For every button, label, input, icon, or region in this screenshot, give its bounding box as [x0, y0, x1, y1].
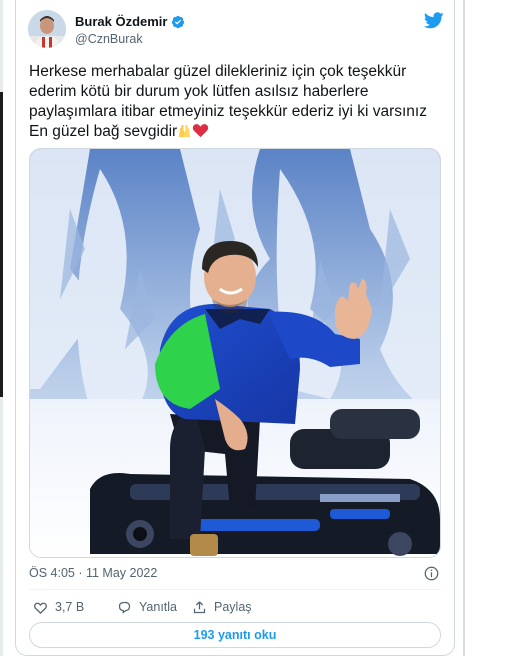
author-name-text: Burak Özdemir	[75, 14, 168, 29]
red-heart-emoji	[193, 124, 209, 138]
tweet-text-line-4-text: En güzel bağ sevgidir	[29, 123, 178, 140]
tweet-photo[interactable]	[29, 148, 441, 558]
share-label: Paylaş	[214, 600, 252, 614]
tweet-text-line-1: Herkese merhabalar güzel dilekleriniz iç…	[29, 63, 407, 80]
tweet-text: Herkese merhabalar güzel dilekleriniz iç…	[29, 62, 445, 142]
right-scroll-track	[463, 0, 465, 656]
avatar[interactable]	[28, 10, 66, 48]
author-name[interactable]: Burak Özdemir	[75, 14, 185, 29]
like-button[interactable]: 3,7 B	[33, 598, 84, 616]
verified-badge-icon	[172, 15, 185, 28]
tweet-header: Burak Özdemir @CznBurak	[28, 10, 444, 52]
tweet-text-line-4: En güzel bağ sevgidir	[29, 122, 445, 142]
share-upload-icon	[193, 600, 206, 613]
tweet-timestamp[interactable]: ÖS 4:05 · 11 May 2022	[29, 566, 157, 580]
reply-bubble-icon	[118, 601, 131, 614]
avatar-photo	[28, 10, 66, 48]
tweet-photo-image	[30, 149, 440, 557]
share-button[interactable]: Paylaş	[192, 598, 252, 616]
meta-divider	[29, 589, 441, 590]
reply-label: Yanıtla	[139, 600, 177, 614]
twitter-bird-icon[interactable]	[424, 12, 444, 29]
tweet-card: Burak Özdemir @CznBurak Herkese merhabal…	[15, 0, 455, 656]
reply-button[interactable]: Yanıtla	[117, 598, 177, 616]
left-edge-accent	[0, 92, 3, 397]
tweet-embed-page: Burak Özdemir @CznBurak Herkese merhabal…	[0, 0, 530, 656]
praying-hands-emoji	[179, 124, 191, 138]
heart-outline-icon	[34, 602, 47, 614]
like-count: 3,7 B	[55, 600, 85, 614]
author-handle[interactable]: @CznBurak	[75, 32, 143, 46]
tweet-text-line-3: paylaşımlara itibar etmeyiniz teşekkür e…	[29, 103, 427, 120]
tweet-meta: ÖS 4:05 · 11 May 2022	[29, 566, 441, 584]
read-replies-button[interactable]: 193 yanıtı oku	[29, 622, 441, 648]
tweet-actions: 3,7 B Yanıtla Paylaş	[29, 598, 441, 616]
info-icon[interactable]	[424, 566, 439, 581]
tweet-text-line-2: ederim kötü bir durum yok lütfen asılsız…	[29, 83, 369, 100]
